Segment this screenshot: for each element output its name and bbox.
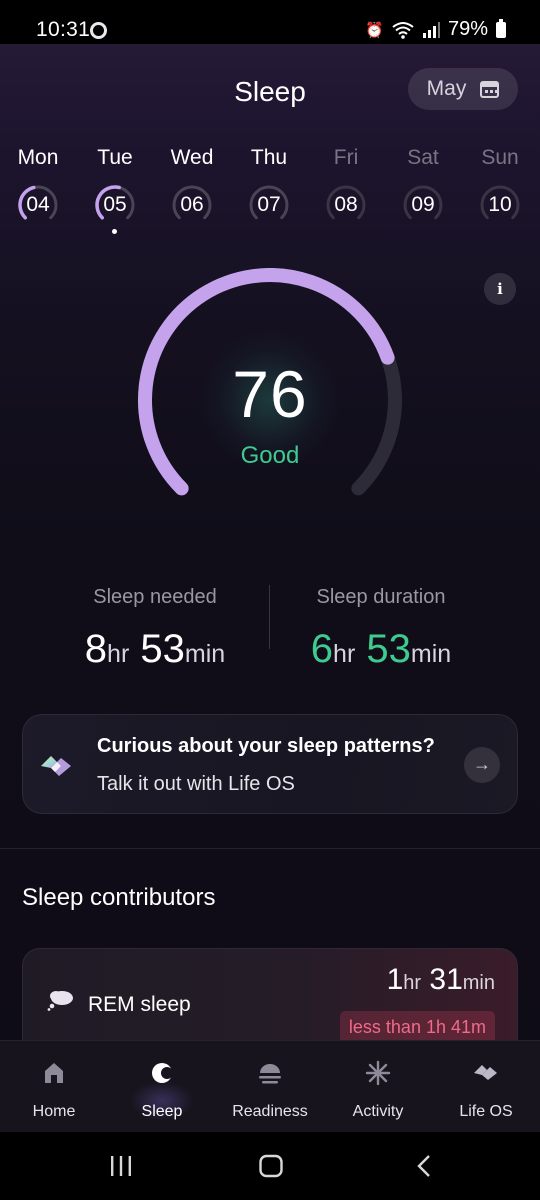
rem-hr-unit: hr [403, 972, 422, 994]
day-name: Sun [481, 146, 519, 169]
day-name: Tue [97, 146, 133, 169]
readiness-icon [259, 1064, 281, 1084]
day-score-ring: 09 [402, 184, 444, 226]
status-icons: ⏰ 79% [365, 18, 506, 41]
wifi-icon [392, 21, 414, 39]
sleep-duration-stat: Sleep duration 6hr 53min [246, 586, 516, 672]
day-tue[interactable]: Tue 05 [85, 146, 145, 234]
rem-sleep-label: REM sleep [88, 993, 191, 1016]
moon-icon [152, 1063, 173, 1083]
nav-life-os-label: Life OS [459, 1103, 513, 1120]
sleep-duration-label: Sleep duration [316, 586, 446, 608]
day-name: Mon [17, 146, 59, 169]
nav-activity[interactable]: Activity [324, 1041, 432, 1133]
sleep-needed-min-unit: min [184, 640, 226, 668]
sleep-duration-hr-unit: hr [333, 640, 356, 668]
day-number: 08 [334, 193, 358, 216]
day-number: 05 [103, 193, 127, 216]
battery-icon [496, 18, 506, 38]
day-fri[interactable]: Fri 08 [316, 146, 376, 226]
contributors-title: Sleep contributors [22, 884, 216, 911]
nav-home-label: Home [32, 1103, 76, 1120]
chat-card-title: Curious about your sleep patterns? [97, 735, 435, 757]
chat-card-subtitle: Talk it out with Life OS [97, 773, 295, 795]
bottom-navigation: Home Sleep Readiness Activity Life OS [0, 1040, 540, 1132]
nav-home[interactable]: Home [0, 1041, 108, 1133]
recent-apps-icon[interactable] [108, 1154, 134, 1178]
month-label: May [426, 77, 467, 100]
rem-hours: 1 [386, 963, 404, 996]
lifeos-logo-icon [41, 756, 71, 776]
status-bar: 10:31 ⏰ 79% [0, 0, 540, 44]
selected-day-indicator [112, 229, 117, 234]
day-score-ring: 04 [17, 184, 59, 226]
sleep-needed-hr-unit: hr [107, 640, 130, 668]
day-mon[interactable]: Mon 04 [8, 146, 68, 226]
back-icon[interactable] [412, 1154, 438, 1178]
rem-min-unit: min [462, 972, 495, 994]
day-score-ring: 06 [171, 184, 213, 226]
sleep-score-label: Good [240, 442, 300, 469]
section-divider [0, 848, 540, 849]
sleep-screen: 10:31 ⏰ 79% Sleep May Mon 04 Tue 05 Wed … [0, 0, 540, 1200]
sleep-duration-minutes: 53 [366, 627, 411, 671]
nav-activity-label: Activity [352, 1103, 404, 1120]
day-name: Thu [250, 146, 288, 169]
day-score-ring: 07 [248, 184, 290, 226]
day-thu[interactable]: Thu 07 [239, 146, 299, 226]
day-number: 04 [26, 193, 50, 216]
rem-sleep-value: 1hr 31min [387, 963, 495, 997]
day-number: 09 [411, 193, 435, 216]
day-number: 10 [488, 193, 512, 216]
alarm-icon: ⏰ [365, 21, 384, 39]
day-score-ring: 10 [479, 184, 521, 226]
arrow-right-icon[interactable]: → [464, 747, 500, 783]
battery-percent: 79% [447, 18, 488, 40]
sleep-score-value: 76 [232, 357, 308, 431]
rem-minutes: 31 [429, 963, 463, 996]
day-sun[interactable]: Sun 10 [470, 146, 530, 226]
calendar-icon [480, 80, 500, 98]
day-score-ring: 08 [325, 184, 367, 226]
activity-icon [365, 1060, 391, 1086]
day-name: Wed [170, 146, 214, 169]
signal-icon [422, 21, 440, 38]
life-os-chat-card[interactable]: Curious about your sleep patterns? Talk … [22, 714, 518, 814]
sleep-duration-hours: 6 [310, 627, 334, 671]
status-time: 10:31 [36, 18, 91, 41]
nav-sleep-label: Sleep [141, 1103, 183, 1120]
day-wed[interactable]: Wed 06 [162, 146, 222, 226]
sleep-duration-value: 6hr 53min [246, 627, 516, 672]
dream-cloud-icon [47, 991, 73, 1011]
sleep-needed-minutes: 53 [140, 627, 185, 671]
nav-life-os[interactable]: Life OS [432, 1041, 540, 1133]
nav-readiness[interactable]: Readiness [216, 1041, 324, 1133]
day-number: 06 [180, 193, 204, 216]
sleep-duration-min-unit: min [410, 640, 452, 668]
assistant-ring-icon [90, 22, 107, 39]
day-score-ring: 05 [94, 184, 136, 226]
lifeos-icon [474, 1065, 497, 1080]
day-name: Sat [407, 146, 439, 169]
month-picker-button[interactable]: May [408, 68, 518, 110]
info-icon[interactable]: i [484, 273, 516, 305]
nav-sleep[interactable]: Sleep [108, 1041, 216, 1133]
day-number: 07 [257, 193, 281, 216]
system-navigation-bar [0, 1132, 540, 1200]
home-button-icon[interactable] [258, 1154, 284, 1178]
day-sat[interactable]: Sat 09 [393, 146, 453, 226]
home-icon [45, 1063, 63, 1083]
day-name: Fri [333, 146, 359, 169]
sleep-needed-hours: 8 [84, 627, 108, 671]
nav-readiness-label: Readiness [232, 1103, 308, 1120]
